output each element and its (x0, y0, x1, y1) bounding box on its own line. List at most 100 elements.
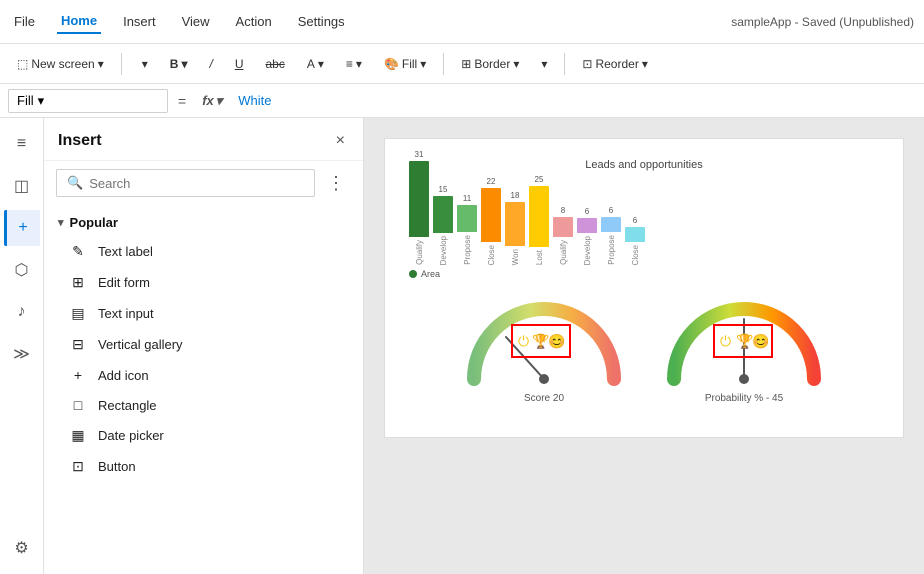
gauge-probability-wrap: ⏻ 🏆 😊 (664, 299, 824, 389)
bar-value: 18 (511, 191, 520, 200)
sidebar-icon-media[interactable]: ♪ (4, 294, 40, 330)
text-input-item-label: Text input (98, 306, 154, 321)
italic-button[interactable]: / (200, 52, 221, 76)
chevron-down-icon-9: ▾ (642, 57, 648, 71)
menu-insert[interactable]: Insert (119, 10, 160, 33)
list-item-button[interactable]: ⊡ Button (44, 451, 363, 482)
property-dropdown[interactable]: Fill ▾ (8, 89, 168, 113)
menu-file[interactable]: File (10, 10, 39, 33)
popular-label: Popular (70, 215, 118, 230)
list-item-vertical-gallery[interactable]: ⊟ Vertical gallery (44, 329, 363, 360)
fill-button[interactable]: 🎨 Fill ▾ (375, 52, 435, 76)
bar-value: 6 (585, 207, 589, 216)
bar-label: Won (511, 249, 520, 265)
formula-bar: Fill ▾ = fx ▾ White (0, 84, 924, 118)
italic-label: / (209, 57, 212, 71)
gauge-score-label: Score 20 (524, 393, 564, 404)
menu-action[interactable]: Action (232, 10, 276, 33)
sidebar-icon-effects[interactable]: ≫ (4, 336, 40, 372)
menu-home[interactable]: Home (57, 9, 101, 34)
button-item-label: Button (98, 459, 136, 474)
search-icon: 🔍 (67, 175, 83, 191)
close-button[interactable]: × (332, 130, 349, 152)
font-icon: A (307, 57, 315, 71)
bold-button[interactable]: B ▾ (161, 52, 197, 76)
align-button[interactable]: ≡ ▾ (337, 52, 371, 76)
strikethrough-button[interactable]: abc (256, 52, 293, 76)
bar-value: 22 (487, 177, 496, 186)
gauge-score: ⏻ 🏆 😊 Score 20 (464, 299, 624, 404)
font-color-button[interactable]: A ▾ (298, 52, 333, 76)
sidebar-icon-add[interactable]: + (4, 210, 40, 246)
font-family-dropdown[interactable]: ▾ (130, 52, 157, 76)
fill-icon: 🎨 (384, 57, 399, 71)
rectangle-icon: □ (68, 397, 88, 413)
sidebar-icon-hamburger[interactable]: ≡ (4, 126, 40, 162)
sidebar-icon-data[interactable]: ⬡ (4, 252, 40, 288)
gauge-probability-svg: ⏻ 🏆 😊 (664, 299, 824, 389)
sidebar-icon-layers[interactable]: ◫ (4, 168, 40, 204)
align-icon: ≡ (346, 57, 353, 71)
more-options-button[interactable]: ⋮ (321, 171, 351, 196)
reorder-label: Reorder (595, 57, 638, 71)
insert-panel: Insert × 🔍 ⋮ ▾ Popular ✎ Text label ⊞ Ed… (44, 118, 364, 574)
bar (505, 202, 525, 246)
bar-label: Propose (607, 235, 616, 265)
bar-label: Develop (583, 236, 592, 265)
bar (481, 188, 501, 242)
chevron-down-icon-7: ▾ (513, 57, 519, 71)
list-item-text-input[interactable]: ▤ Text input (44, 298, 363, 329)
chart-legend: Area (405, 269, 883, 279)
bar-group: 22 Close (481, 177, 501, 265)
border-button[interactable]: ⊞ Border ▾ (452, 52, 528, 76)
legend-text: Area (421, 269, 440, 279)
bold-label: B (170, 57, 179, 71)
equals-sign: = (174, 93, 190, 109)
bar-value: 11 (463, 194, 471, 203)
list-item-edit-form[interactable]: ⊞ Edit form (44, 267, 363, 298)
menu-settings[interactable]: Settings (294, 10, 349, 33)
fx-button[interactable]: fx ▾ (196, 91, 228, 111)
bar-value: 15 (439, 185, 448, 194)
underline-button[interactable]: U (226, 52, 253, 76)
list-item-rectangle[interactable]: □ Rectangle (44, 390, 363, 420)
bar-chart: Leads and opportunities 31 Qualify 15 De… (405, 159, 883, 279)
underline-label: U (235, 57, 244, 71)
sidebar-icon-settings[interactable]: ⚙ (4, 530, 40, 566)
new-screen-button[interactable]: ⬚ New screen ▾ (8, 52, 113, 76)
gauges-row: ⏻ 🏆 😊 Score 20 (405, 299, 883, 404)
search-box[interactable]: 🔍 (56, 169, 315, 197)
chevron-down-icon: ▾ (98, 57, 104, 71)
menu-view[interactable]: View (178, 10, 214, 33)
list-item-date-picker[interactable]: ▦ Date picker (44, 420, 363, 451)
bar-group: 6 Propose (601, 206, 621, 265)
bar-group: 18 Won (505, 191, 525, 265)
add-icon-icon: + (68, 367, 88, 383)
border-icon: ⊞ (461, 57, 471, 71)
bar-label: Propose (463, 235, 472, 265)
vertical-gallery-item-label: Vertical gallery (98, 337, 183, 352)
add-icon-item-label: Add icon (98, 368, 149, 383)
bar (601, 217, 621, 232)
bar (529, 186, 549, 247)
svg-text:😊: 😊 (548, 333, 565, 349)
popular-section-header[interactable]: ▾ Popular (44, 205, 363, 236)
list-item-text-label[interactable]: ✎ Text label (44, 236, 363, 267)
insert-list: ▾ Popular ✎ Text label ⊞ Edit form ▤ Tex… (44, 205, 363, 574)
bar (553, 217, 573, 237)
search-input[interactable] (89, 176, 304, 191)
list-item-add-icon[interactable]: + Add icon (44, 360, 363, 390)
svg-text:😊: 😊 (752, 333, 769, 349)
gauge-score-svg: ⏻ 🏆 😊 (464, 299, 624, 389)
reorder-icon: ⊡ (582, 57, 592, 71)
svg-text:⏻: ⏻ (720, 333, 731, 349)
toolbar-separator-1 (121, 53, 122, 75)
down-button[interactable]: ▾ (532, 52, 556, 76)
bar-label: Close (631, 245, 640, 265)
border-label: Border (474, 57, 510, 71)
app-title: sampleApp - Saved (Unpublished) (731, 15, 914, 29)
canvas-area: Leads and opportunities 31 Qualify 15 De… (364, 118, 924, 574)
reorder-button[interactable]: ⊡ Reorder ▾ (573, 52, 656, 76)
gauge-probability: ⏻ 🏆 😊 Probability % - 45 (664, 299, 824, 404)
menu-items: File Home Insert View Action Settings (10, 9, 349, 34)
